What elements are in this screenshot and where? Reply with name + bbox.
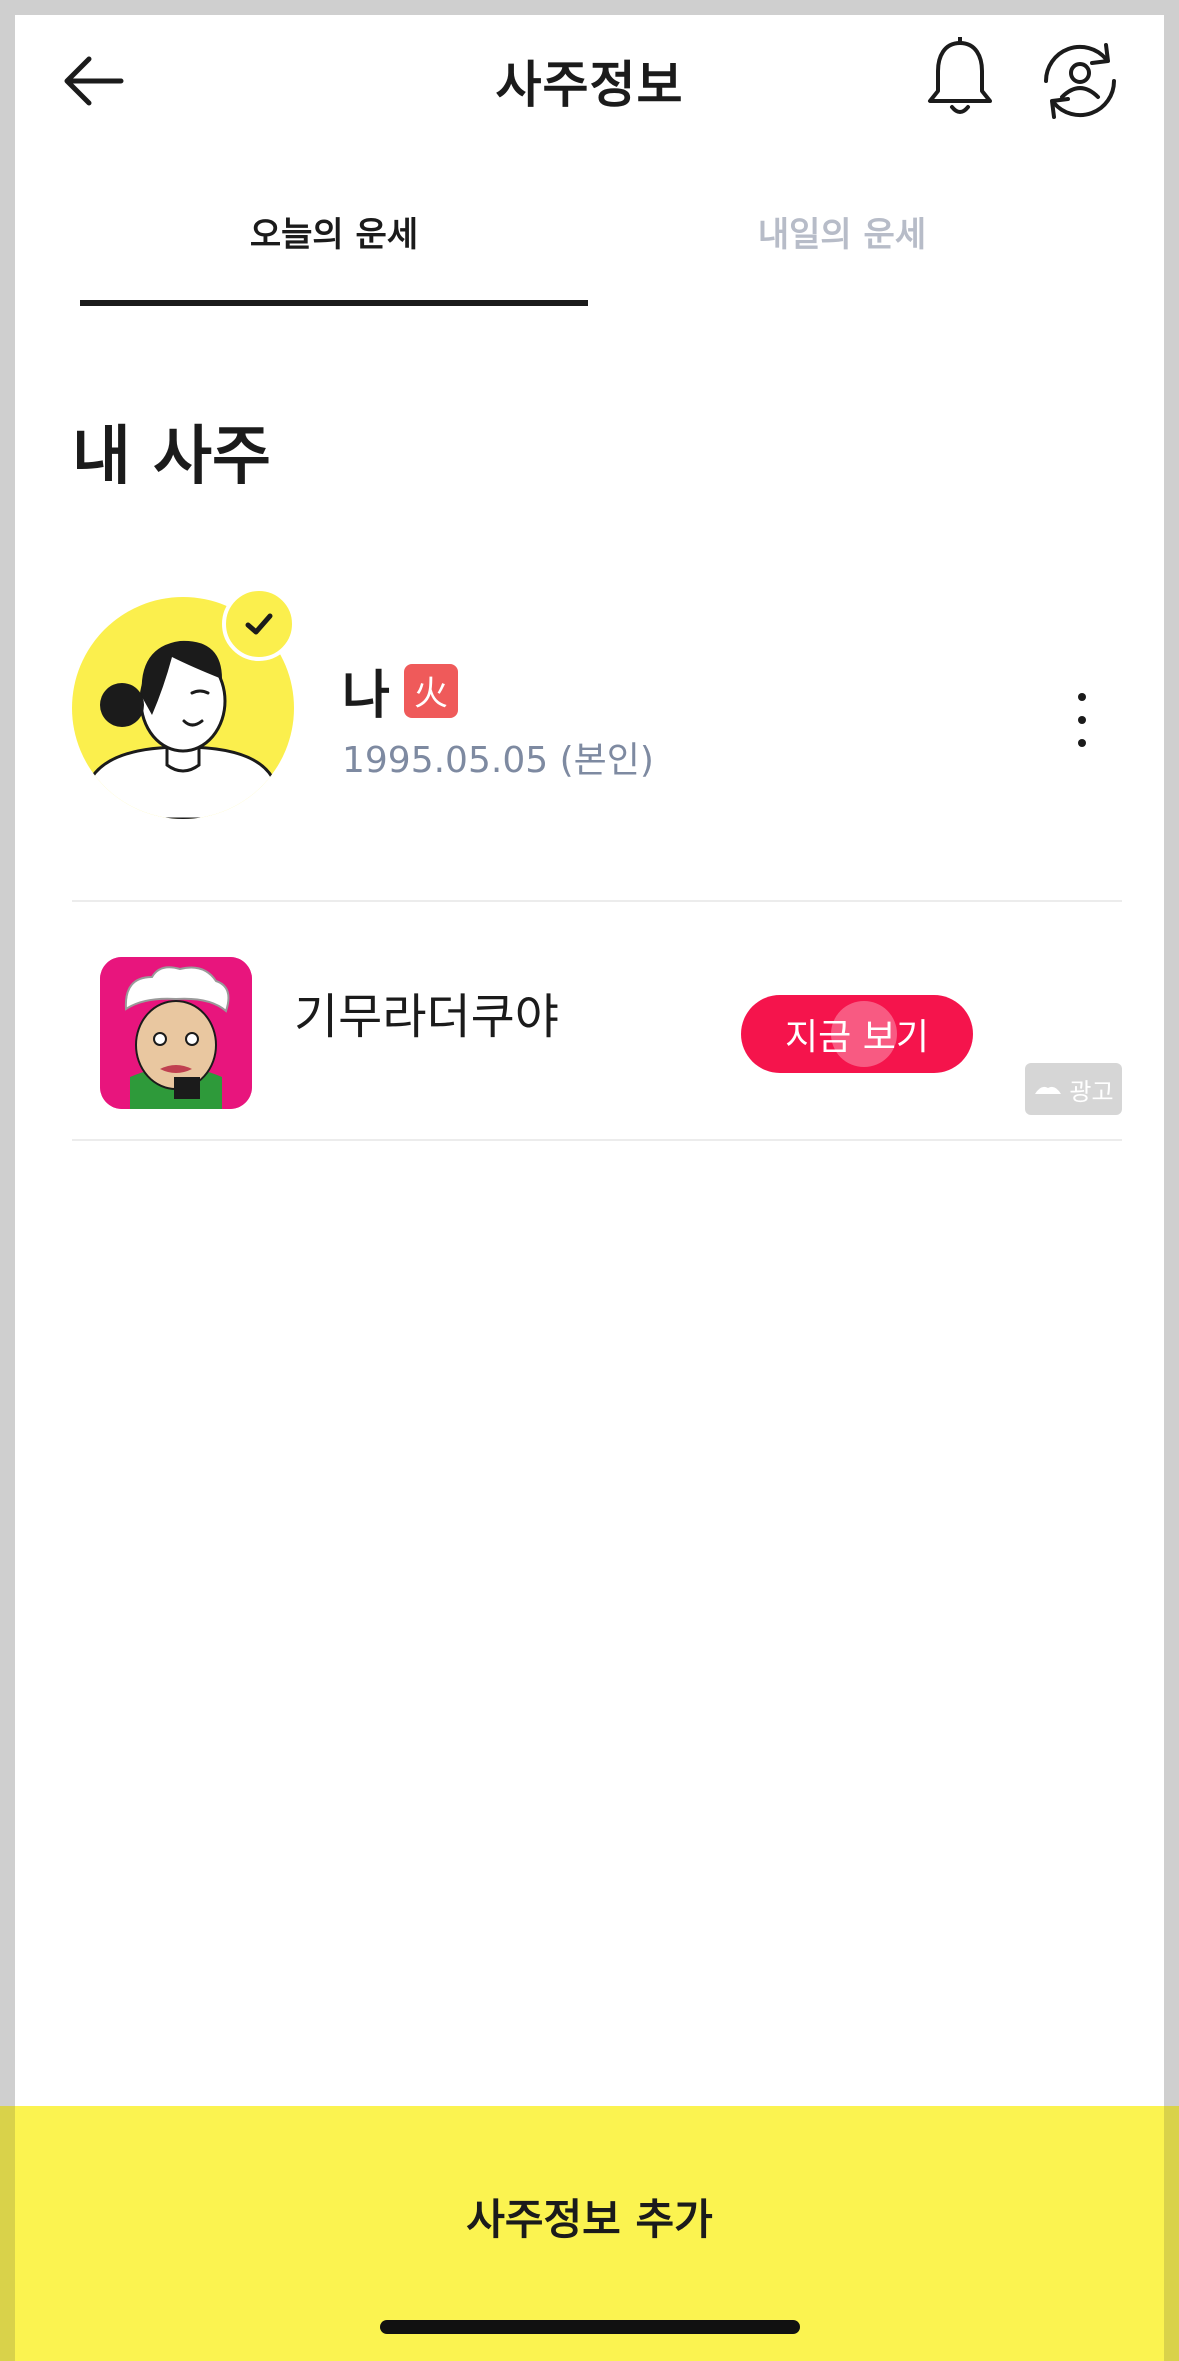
header: 사주정보 (15, 15, 1164, 145)
notification-button[interactable] (920, 35, 1000, 125)
character-illustration-icon (100, 957, 252, 1109)
app-screen: 사주정보 오늘의 운세 내일의 운세 내 사주 나 火 1995.05.05 (… (15, 15, 1164, 2361)
selected-check-badge (222, 587, 296, 661)
divider (72, 1139, 1122, 1141)
more-dot-icon (1078, 693, 1086, 701)
profile-switch-button[interactable] (1030, 35, 1130, 125)
frame-edge (1164, 2106, 1179, 2361)
profile-switch-icon (1043, 43, 1117, 119)
ad-logo-icon (1035, 1086, 1062, 1094)
name-row: 나 火 (342, 653, 458, 728)
birth-date: 1995.05.05 (본인) (342, 740, 654, 781)
my-saju-card[interactable]: 나 火 1995.05.05 (본인) (72, 585, 1122, 845)
divider (72, 900, 1122, 902)
add-saju-label: 사주정보 추가 (466, 2195, 713, 2244)
home-indicator (380, 2320, 800, 2334)
more-dot-icon (1078, 739, 1086, 747)
watch-now-label: 지금 보기 (785, 1017, 929, 1058)
frame-edge (0, 2106, 15, 2361)
tab-bar: 오늘의 운세 내일의 운세 (15, 185, 1164, 310)
ad-badge-label: 광고 (1069, 1077, 1114, 1106)
section-title: 내 사주 (72, 420, 271, 494)
person-name: 나 (342, 666, 390, 726)
ad-thumbnail (100, 957, 252, 1109)
add-saju-button[interactable]: 사주정보 추가 (0, 2106, 1179, 2361)
check-icon (245, 613, 273, 635)
bell-icon (928, 37, 992, 114)
tab-tomorrow[interactable]: 내일의 운세 (588, 207, 1096, 256)
active-tab-indicator (80, 300, 588, 306)
ad-banner[interactable]: 기무라더쿠야 지금 보기 광고 (72, 915, 1122, 1155)
tab-today[interactable]: 오늘의 운세 (80, 207, 588, 256)
watch-now-button[interactable]: 지금 보기 (741, 995, 973, 1073)
element-badge: 火 (403, 663, 458, 718)
ad-badge: 광고 (1025, 1063, 1122, 1115)
more-dot-icon (1078, 716, 1086, 724)
more-options-button[interactable] (1057, 685, 1107, 755)
ad-title: 기무라더쿠야 (294, 989, 559, 1045)
